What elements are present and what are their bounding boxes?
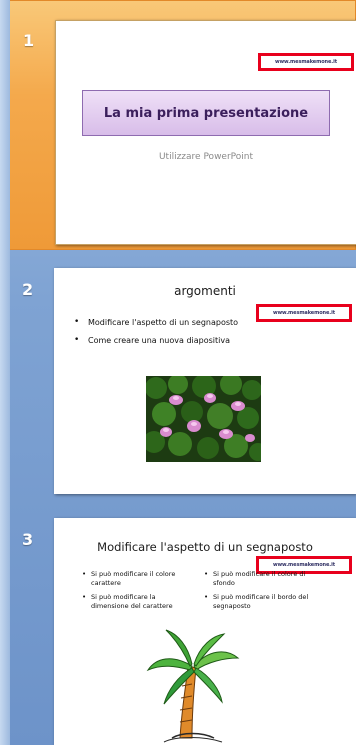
bullet-item: Si può modificare il bordo del segnapost…: [204, 593, 309, 611]
slide-number: 1: [23, 31, 35, 50]
slide-subtitle: Utilizzare PowerPoint: [158, 152, 254, 162]
url-text: www.mesmakemone.it: [273, 310, 335, 316]
slide-thumbnail-row-1[interactable]: 1 www.mesmakemone.it La mia prima presen…: [0, 0, 356, 250]
bullet-item: Modificare l'aspetto di un segnaposto: [74, 317, 344, 327]
bullet-item: Si può modificare il colore carattere: [82, 570, 187, 588]
slide-thumbnail-1[interactable]: www.mesmakemone.it La mia prima presenta…: [55, 20, 356, 245]
slide-title: La mia prima presentazione: [103, 105, 309, 121]
slide-thumbnail-3[interactable]: Modificare l'aspetto di un segnaposto ww…: [54, 518, 356, 745]
palm-tree-clipart: [146, 629, 240, 743]
url-text: www.mesmakemone.it: [275, 59, 337, 65]
slide-thumbnail-2[interactable]: argomenti www.mesmakemone.it Modificare …: [54, 268, 356, 494]
slide-number: 3: [22, 530, 34, 549]
slide-thumbnail-row-2[interactable]: 2 argomenti www.mesmakemone.it Modificar…: [0, 258, 356, 503]
bullet-item: Si può modificare la dimensione del cara…: [82, 593, 187, 611]
slides-pane: 1 www.mesmakemone.it La mia prima presen…: [0, 0, 356, 745]
bullet-item: Come creare una nuova diapositiva: [74, 335, 344, 345]
title-placeholder: La mia prima presentazione: [82, 90, 330, 136]
url-highlight-box: www.mesmakemone.it: [258, 53, 354, 71]
bullet-list-right: Si può modificare il colore di sfondo Si…: [204, 570, 309, 616]
bullet-list-left: Si può modificare il colore carattere Si…: [82, 570, 187, 616]
bullet-list: Modificare l'aspetto di un segnaposto Co…: [74, 317, 344, 354]
slide-thumbnail-row-3[interactable]: 3 Modificare l'aspetto di un segnaposto …: [0, 512, 356, 745]
url-text: www.mesmakemone.it: [273, 562, 335, 568]
bullet-item: Si può modificare il colore di sfondo: [204, 570, 309, 588]
water-lily-photo: [146, 376, 261, 462]
slide-number: 2: [22, 280, 34, 299]
slide-title: argomenti: [174, 284, 236, 298]
slide-title: Modificare l'aspetto di un segnaposto: [97, 540, 313, 554]
